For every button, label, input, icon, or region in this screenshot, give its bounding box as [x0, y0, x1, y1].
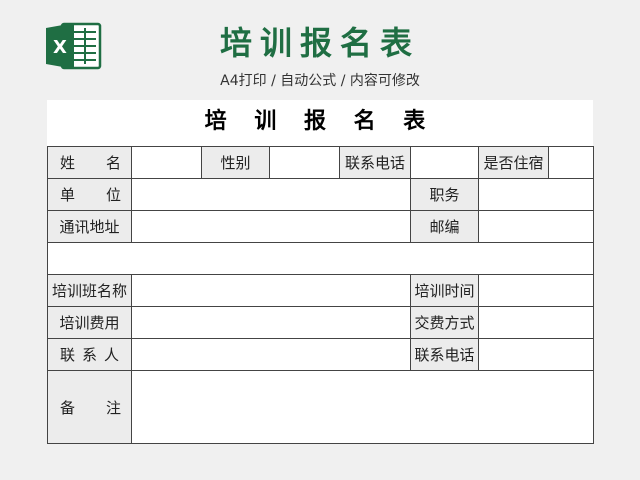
payment-method-field[interactable]	[478, 306, 594, 339]
page-title: 培训报名表	[219, 24, 420, 62]
lodging-label: 是否住宿	[478, 146, 549, 179]
form-sheet: 培 训 报 名 表 姓名 性别 联系电话 是否住宿 单 位 职务 通讯地址 邮编…	[47, 100, 594, 444]
postcode-label: 邮编	[410, 210, 479, 243]
contact-phone-label: 联系电话	[339, 146, 411, 179]
unit-label: 单位	[47, 178, 132, 211]
name-field[interactable]	[131, 146, 202, 179]
postcode-field[interactable]	[478, 210, 594, 243]
remarks-label: 备注	[47, 370, 132, 444]
class-name-field[interactable]	[131, 274, 411, 307]
position-label: 职务	[410, 178, 479, 211]
name-label: 姓名	[47, 146, 132, 179]
contact-phone-field[interactable]	[410, 146, 479, 179]
contact-person-field[interactable]	[131, 338, 411, 371]
address-field[interactable]	[131, 210, 411, 243]
class-name-label: 培训班名称	[47, 274, 132, 307]
gender-label: 性别	[201, 146, 270, 179]
unit-field[interactable]	[131, 178, 411, 211]
contact-person-label: 联系人	[47, 338, 132, 371]
contact-phone2-field[interactable]	[478, 338, 594, 371]
training-time-field[interactable]	[478, 274, 594, 307]
blank-row	[47, 242, 594, 275]
remarks-field[interactable]	[131, 370, 594, 444]
contact-phone2-label: 联系电话	[410, 338, 479, 371]
training-fee-field[interactable]	[131, 306, 411, 339]
address-label: 通讯地址	[47, 210, 132, 243]
gender-field[interactable]	[269, 146, 340, 179]
lodging-field[interactable]	[548, 146, 594, 179]
position-field[interactable]	[478, 178, 594, 211]
payment-method-label: 交费方式	[410, 306, 479, 339]
registration-table: 姓名 性别 联系电话 是否住宿 单位 职务 通讯地址 邮编 培训班名称 培训时间…	[47, 146, 594, 444]
form-title: 培 训 报 名 表	[204, 108, 436, 134]
training-fee-label: 培训费用	[47, 306, 132, 339]
page-subtitle: A4打印 / 自动公式 / 内容可修改	[220, 73, 420, 89]
training-time-label: 培训时间	[410, 274, 479, 307]
